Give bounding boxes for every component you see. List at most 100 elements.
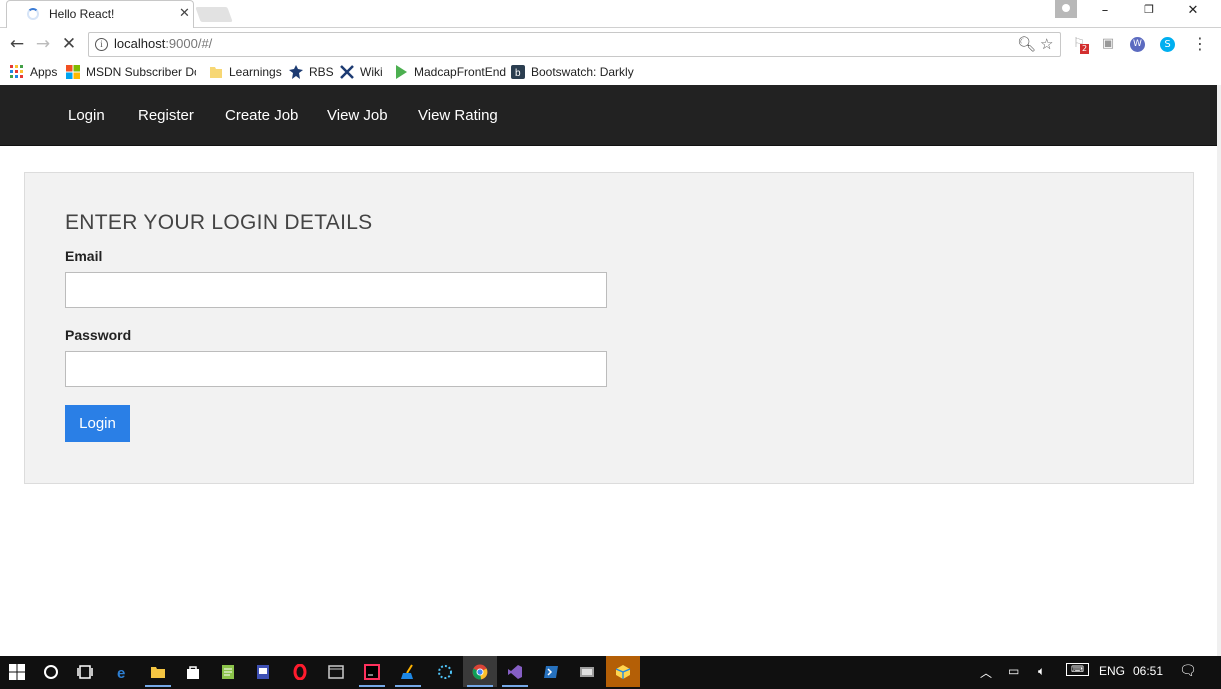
- taskbar-powershell[interactable]: [534, 656, 568, 687]
- login-form-panel: ENTER YOUR LOGIN DETAILS Email Password …: [24, 172, 1194, 484]
- email-input[interactable]: [65, 272, 607, 308]
- menu-kebab-icon[interactable]: ⋮: [1191, 35, 1209, 53]
- browser-titlebar: Hello React! ✕ – ❐ ✕: [0, 0, 1221, 28]
- bookmark-wiki[interactable]: Wiki: [340, 63, 383, 81]
- bookmark-bootswatch[interactable]: b Bootswatch: Darkly: [511, 63, 634, 81]
- bookmarks-bar: Apps MSDN Subscriber Do Learnings RBS Wi…: [0, 60, 1221, 84]
- battery-icon[interactable]: ▭: [1008, 664, 1019, 678]
- password-input[interactable]: [65, 351, 607, 387]
- tray-chevron-up-icon[interactable]: ︿: [980, 664, 992, 681]
- zoom-icon[interactable]: 🔍︎: [1017, 35, 1036, 53]
- taskbar-notepadpp[interactable]: [211, 656, 245, 687]
- close-window-button[interactable]: ✕: [1178, 3, 1208, 18]
- taskbar-opera[interactable]: [283, 656, 317, 687]
- windows-start-icon: [9, 663, 25, 680]
- bookmark-apps[interactable]: Apps: [10, 63, 57, 81]
- bookmark-madcap[interactable]: MadcapFrontEnd: [394, 63, 506, 81]
- cortana-circle-icon: [44, 664, 58, 679]
- rbs-logo-icon: [289, 65, 303, 79]
- forward-arrow-icon[interactable]: →: [33, 34, 53, 54]
- store-bag-icon: [187, 665, 199, 679]
- edge-icon: e: [117, 665, 125, 680]
- nav-register[interactable]: Register: [138, 107, 194, 124]
- taskbar-app-orange[interactable]: [606, 656, 640, 687]
- browser-tab[interactable]: Hello React! ✕: [6, 0, 194, 28]
- login-button[interactable]: Login: [65, 405, 130, 442]
- back-arrow-icon[interactable]: ←: [7, 34, 27, 54]
- browser-toolbar: ← → ✕ i localhost:9000/#/ 🔍︎ ☆ ⚐ 2 ▣ W S …: [0, 29, 1221, 60]
- skype-icon[interactable]: S: [1160, 37, 1175, 52]
- taskbar-visual-studio[interactable]: [498, 656, 532, 687]
- restore-button[interactable]: ❐: [1134, 3, 1164, 16]
- url-text[interactable]: localhost:9000/#/: [114, 36, 212, 51]
- cortana-button[interactable]: [34, 656, 68, 687]
- bookmark-rbs[interactable]: RBS: [289, 63, 334, 81]
- site-info-icon[interactable]: i: [95, 38, 108, 51]
- taskbar-window[interactable]: [319, 656, 353, 687]
- webrecorder-extension-icon[interactable]: W: [1130, 37, 1145, 52]
- password-label: Password: [65, 327, 132, 343]
- dotted-spinner-icon: [438, 664, 452, 679]
- nav-create-job[interactable]: Create Job: [225, 107, 298, 124]
- bookmark-msdn[interactable]: MSDN Subscriber Do: [66, 63, 196, 81]
- new-tab-button[interactable]: [195, 7, 233, 22]
- bookmark-learnings[interactable]: Learnings: [209, 63, 282, 81]
- intellij-icon: [364, 663, 380, 680]
- loading-spinner-icon: [27, 8, 39, 20]
- windows-logo-icon: [66, 65, 80, 79]
- cube-app-icon: [615, 664, 631, 679]
- powershell-icon: [544, 665, 558, 678]
- app-window-icon: [328, 664, 344, 679]
- keyboard-icon[interactable]: ⌨: [1066, 663, 1089, 676]
- form-legend: ENTER YOUR LOGIN DETAILS: [65, 211, 373, 234]
- play-triangle-icon: [396, 65, 407, 79]
- stop-loading-icon[interactable]: ✕: [59, 34, 79, 54]
- extension-badge: 2: [1080, 44, 1090, 54]
- visual-studio-icon: [508, 664, 522, 679]
- taskbar-app-blue[interactable]: [246, 656, 280, 687]
- folder-icon: [210, 67, 222, 78]
- windows-taskbar: e ︿ ▭ 🔈︎ ⌨ ENG 06:51 🗨︎: [0, 656, 1221, 689]
- taskbar-app-gray[interactable]: [570, 656, 604, 687]
- opera-icon: [293, 663, 307, 680]
- taskbar-chrome[interactable]: [463, 656, 497, 687]
- nav-view-job[interactable]: View Job: [327, 107, 388, 124]
- start-button[interactable]: [0, 656, 34, 687]
- bootswatch-icon: b: [511, 65, 525, 79]
- action-center-icon[interactable]: 🗨︎: [1179, 662, 1197, 679]
- taskbar-sweeper[interactable]: [391, 656, 425, 687]
- page-scrollbar[interactable]: [1217, 85, 1221, 656]
- app-navbar: Login Register Create Job View Job View …: [0, 85, 1217, 146]
- taskbar-file-explorer[interactable]: [141, 656, 175, 687]
- nav-view-rating[interactable]: View Rating: [418, 107, 498, 124]
- task-view-icon: [77, 664, 93, 679]
- nav-login[interactable]: Login: [68, 107, 105, 124]
- tab-title: Hello React!: [49, 7, 115, 21]
- extension-icon[interactable]: ⚐ 2: [1070, 35, 1090, 54]
- address-bar[interactable]: i localhost:9000/#/ 🔍︎ ☆: [88, 32, 1061, 57]
- taskbar-store[interactable]: [176, 656, 210, 687]
- store-extension-icon[interactable]: ▣: [1099, 35, 1117, 53]
- clock[interactable]: 06:51: [1133, 664, 1163, 678]
- apps-grid-icon: [10, 65, 23, 78]
- broom-icon: [401, 663, 413, 679]
- window-app-icon: [257, 664, 269, 679]
- tab-close-icon[interactable]: ✕: [179, 6, 190, 21]
- folder-icon: [151, 666, 165, 678]
- task-view-button[interactable]: [68, 656, 102, 687]
- wiki-icon: [340, 65, 354, 79]
- taskbar-edge[interactable]: e: [106, 656, 140, 687]
- email-label: Email: [65, 248, 103, 264]
- notepad-icon: [222, 664, 234, 679]
- svg-text:e: e: [117, 665, 125, 680]
- profile-icon[interactable]: [1055, 0, 1077, 18]
- chrome-icon: [472, 664, 488, 679]
- svg-text:b: b: [515, 68, 521, 79]
- taskbar-loading[interactable]: [428, 656, 462, 687]
- bookmark-star-icon[interactable]: ☆: [1040, 35, 1053, 53]
- minimize-button[interactable]: –: [1090, 3, 1120, 18]
- language-indicator[interactable]: ENG: [1099, 664, 1125, 678]
- drive-icon: [580, 666, 594, 677]
- taskbar-intellij[interactable]: [355, 656, 389, 687]
- volume-icon[interactable]: 🔈︎: [1038, 664, 1045, 679]
